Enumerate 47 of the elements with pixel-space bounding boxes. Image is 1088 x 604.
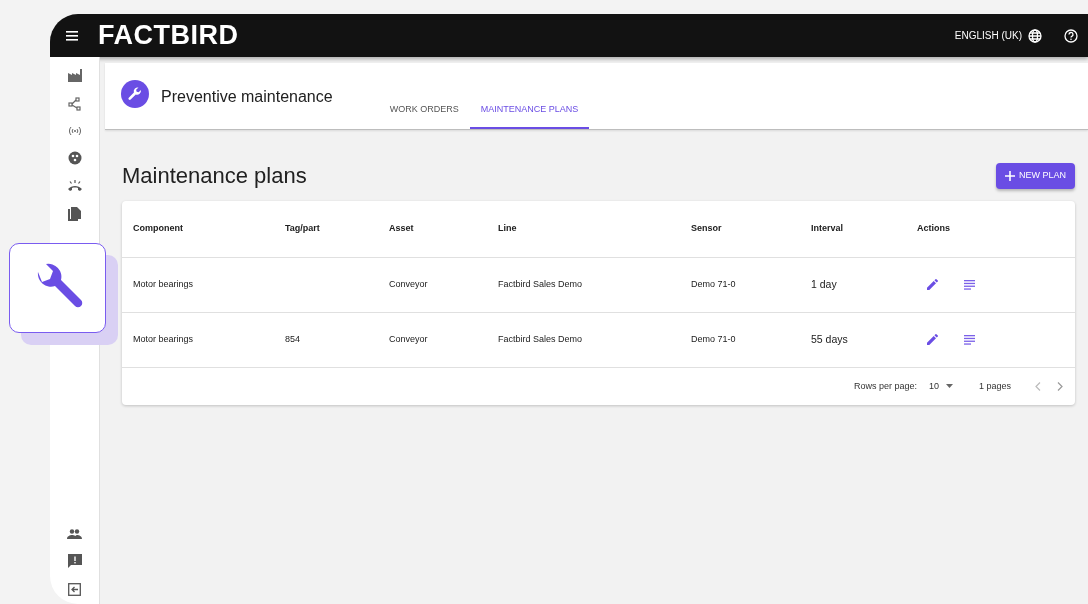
column-header: Asset (389, 223, 414, 234)
page-count: 1 pages (978, 379, 1011, 393)
dropdown-caret-icon (945, 384, 953, 389)
table-cell: Demo 71-0 (691, 279, 736, 290)
table-cell: Conveyor (389, 279, 428, 290)
edit-icon[interactable] (927, 279, 938, 291)
feedback-icon[interactable] (67, 554, 82, 568)
rows-per-page-label: Rows per page: (853, 379, 917, 393)
table-cell: Factbird Sales Demo (498, 279, 583, 290)
rows-per-page-select[interactable]: 10 (928, 379, 953, 394)
tab[interactable]: MAINTENANCE PLANS (469, 102, 590, 129)
column-header: Actions (917, 223, 950, 234)
table-cell: 854 (285, 334, 301, 345)
column-header: Interval (811, 223, 843, 234)
factory-icon[interactable] (67, 69, 82, 82)
logout-icon[interactable] (68, 583, 81, 596)
language-selector[interactable]: ENGLISH (UK) (954, 28, 1022, 43)
column-header: Sensor (691, 223, 722, 234)
table-cell: 1 day (811, 278, 837, 290)
phone-alert-icon[interactable] (66, 180, 83, 192)
tab[interactable]: WORK ORDERS (378, 102, 470, 129)
table-cell: 55 days (811, 333, 848, 345)
page-title: Preventive maintenance (161, 87, 333, 107)
people-icon[interactable] (67, 529, 82, 539)
brand-logo[interactable]: FACTBIRD (98, 15, 239, 56)
table-cell: Conveyor (389, 334, 428, 345)
wrench-icon (121, 80, 149, 108)
list-icon[interactable] (964, 279, 975, 290)
help-icon[interactable] (1064, 28, 1078, 43)
nodes-icon[interactable] (67, 97, 82, 111)
plus-icon (1005, 171, 1015, 182)
section-heading: Maintenance plans (122, 163, 307, 190)
signal-icon[interactable] (67, 126, 82, 136)
menu-icon[interactable] (66, 30, 78, 41)
column-header: Tag/part (285, 223, 320, 234)
table-cell: Motor bearings (133, 279, 194, 290)
column-header: Component (133, 223, 183, 234)
table-cell: Motor bearings (133, 334, 194, 345)
new-plan-button[interactable]: NEW PLAN (996, 163, 1075, 189)
column-header: Line (498, 223, 517, 234)
palette-icon[interactable] (67, 151, 82, 165)
edit-icon[interactable] (927, 334, 938, 346)
list-icon[interactable] (964, 334, 975, 345)
table-cell: Demo 71-0 (691, 334, 736, 345)
globe-icon[interactable] (1028, 28, 1042, 43)
table-cell: Factbird Sales Demo (498, 334, 583, 345)
document-icon[interactable] (68, 207, 81, 221)
